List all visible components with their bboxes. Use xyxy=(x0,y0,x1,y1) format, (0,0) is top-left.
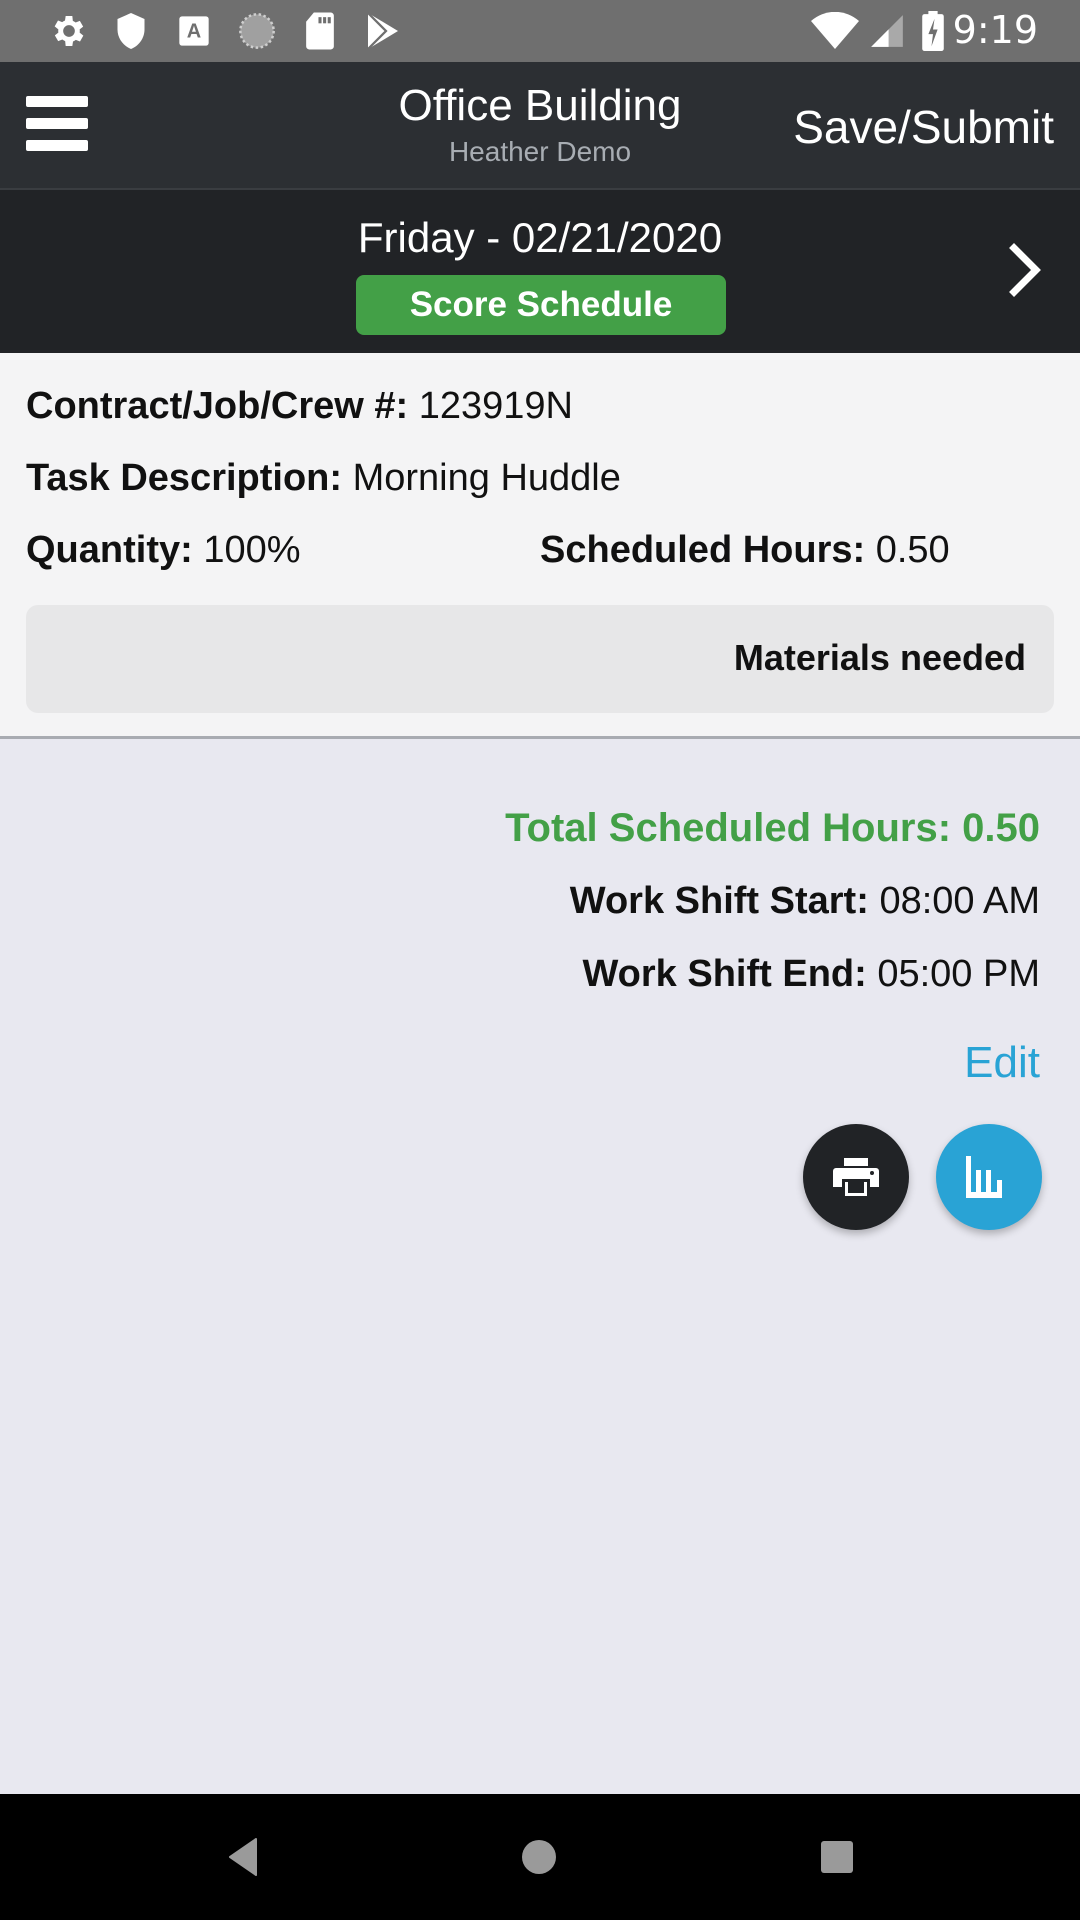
scheduled-hours-value: 0.50 xyxy=(875,529,950,571)
quantity-row: Quantity: 100% xyxy=(26,529,301,572)
printer-icon xyxy=(833,1158,879,1196)
materials-needed-label: Materials needed xyxy=(733,637,1026,678)
status-bar: A 9:19 xyxy=(0,0,1080,62)
battery-charging-icon xyxy=(918,10,948,52)
schedule-date: Friday - 02/21/2020 xyxy=(357,214,723,261)
page-subtitle: Heather Demo xyxy=(448,136,632,167)
date-bar: Friday - 02/21/2020 Score Schedule xyxy=(0,190,1080,353)
shift-end-value: 05:00 PM xyxy=(877,953,1040,995)
scheduled-hours-label: Scheduled Hours: xyxy=(540,529,866,571)
edit-shift-link[interactable]: Edit xyxy=(964,1038,1040,1088)
recents-icon xyxy=(821,1841,853,1873)
quantity-value: 100% xyxy=(203,529,301,571)
print-button[interactable] xyxy=(803,1124,909,1230)
chevron-right-icon xyxy=(1009,243,1041,297)
next-day-button[interactable] xyxy=(1000,240,1050,300)
chart-button[interactable] xyxy=(936,1124,1042,1230)
clock: 9:19 xyxy=(952,8,1038,52)
sync-circle-icon xyxy=(236,10,278,52)
save-submit-button[interactable]: Save/Submit xyxy=(793,100,1054,154)
back-button[interactable] xyxy=(218,1832,268,1882)
play-store-icon xyxy=(362,10,404,52)
shift-end-row: Work Shift End: 05:00 PM xyxy=(240,953,1041,996)
contract-value: 123919N xyxy=(418,385,573,427)
score-schedule-button[interactable]: Score Schedule xyxy=(356,275,726,335)
back-icon xyxy=(229,1838,257,1876)
task-row: Task Description: Morning Huddle xyxy=(26,457,621,500)
page-title: Office Building xyxy=(398,81,682,130)
settings-icon xyxy=(48,10,90,52)
home-button[interactable] xyxy=(514,1832,564,1882)
hamburger-icon xyxy=(26,96,88,107)
accessibility-a-icon: A xyxy=(173,10,215,52)
materials-needed-box[interactable]: Materials needed xyxy=(26,605,1054,713)
home-icon xyxy=(522,1840,556,1874)
shift-end-label: Work Shift End: xyxy=(582,953,867,995)
quantity-label: Quantity: xyxy=(26,529,193,571)
wifi-icon xyxy=(810,10,860,52)
total-scheduled-hours: Total Scheduled Hours: 0.50 xyxy=(505,806,1040,850)
contract-label: Contract/Job/Crew #: xyxy=(26,385,409,427)
scheduled-hours-row: Scheduled Hours: 0.50 xyxy=(540,529,950,572)
sd-card-icon xyxy=(299,10,341,52)
shield-icon xyxy=(110,10,152,52)
shift-start-label: Work Shift Start: xyxy=(569,880,869,922)
system-nav-bar xyxy=(0,1794,1080,1920)
task-value: Morning Huddle xyxy=(352,457,621,499)
menu-button[interactable] xyxy=(24,96,90,156)
shift-start-value: 08:00 AM xyxy=(879,880,1040,922)
recents-button[interactable] xyxy=(812,1832,862,1882)
cell-signal-icon xyxy=(866,10,908,52)
svg-text:A: A xyxy=(187,21,201,43)
contract-row: Contract/Job/Crew #: 123919N xyxy=(26,385,573,428)
task-details: Contract/Job/Crew #: 123919N Task Descri… xyxy=(0,353,1080,739)
bar-chart-icon xyxy=(966,1156,1002,1198)
title-block: Office Building Heather Demo xyxy=(300,80,780,172)
shift-start-row: Work Shift Start: 08:00 AM xyxy=(240,880,1040,923)
app-header: Office Building Heather Demo Save/Submit xyxy=(0,62,1080,190)
task-label: Task Description: xyxy=(26,457,343,499)
